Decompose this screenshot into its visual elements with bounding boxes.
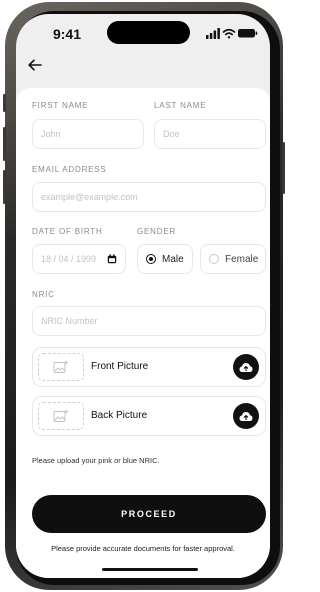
cloud-upload-icon	[239, 411, 253, 421]
gender-option-female[interactable]: Female	[200, 244, 266, 274]
upload-hint: Please upload your pink or blue NRIC.	[32, 456, 160, 465]
action-button	[3, 94, 6, 112]
nric-label: NRIC	[32, 290, 55, 299]
dynamic-island	[107, 21, 190, 44]
back-upload-button[interactable]	[233, 403, 259, 429]
gender-female-label: Female	[225, 253, 259, 265]
footnote-text: Please provide accurate documents for fa…	[51, 544, 235, 553]
front-picture-label: Front Picture	[91, 361, 149, 372]
image-add-icon	[53, 409, 69, 422]
status-icons	[206, 28, 258, 39]
gender-male-label: Male	[162, 253, 184, 265]
first-name-field[interactable]	[32, 119, 144, 149]
dob-placeholder: 18 / 04 / 1999	[41, 254, 97, 264]
cloud-upload-icon	[239, 362, 253, 372]
volume-up-button	[3, 127, 6, 161]
arrow-left-icon[interactable]	[26, 56, 44, 74]
email-field[interactable]	[32, 182, 266, 212]
front-picture-thumb	[38, 353, 84, 381]
dob-label: DATE OF BIRTH	[32, 227, 103, 236]
first-name-label: FIRST NAME	[32, 101, 89, 110]
gender-label: GENDER	[137, 227, 177, 236]
phone-screen: 9:41 FIRST NAME LAST NAME EMAIL ADDRESS …	[16, 14, 270, 578]
nric-field[interactable]	[32, 306, 266, 336]
gender-option-male[interactable]: Male	[137, 244, 193, 274]
calendar-icon[interactable]	[107, 254, 117, 264]
signal-icon	[206, 28, 220, 39]
form-card: FIRST NAME LAST NAME EMAIL ADDRESS DATE …	[16, 88, 270, 578]
home-indicator	[102, 568, 198, 571]
email-label: EMAIL ADDRESS	[32, 165, 107, 174]
battery-icon	[238, 29, 258, 38]
front-upload-button[interactable]	[233, 354, 259, 380]
last-name-field[interactable]	[154, 119, 266, 149]
wifi-icon	[222, 28, 236, 39]
volume-down-button	[3, 170, 6, 204]
last-name-label: LAST NAME	[154, 101, 207, 110]
status-time: 9:41	[52, 26, 82, 42]
proceed-button[interactable]: PROCEED	[32, 495, 266, 533]
dob-field[interactable]: 18 / 04 / 1999	[32, 244, 126, 274]
radio-checked-icon	[146, 254, 156, 264]
radio-unchecked-icon	[209, 254, 219, 264]
back-picture-upload[interactable]: Back Picture	[32, 396, 266, 436]
front-picture-upload[interactable]: Front Picture	[32, 347, 266, 387]
back-picture-thumb	[38, 402, 84, 430]
power-button	[282, 142, 285, 194]
image-add-icon	[53, 360, 69, 373]
back-picture-label: Back Picture	[91, 410, 148, 421]
